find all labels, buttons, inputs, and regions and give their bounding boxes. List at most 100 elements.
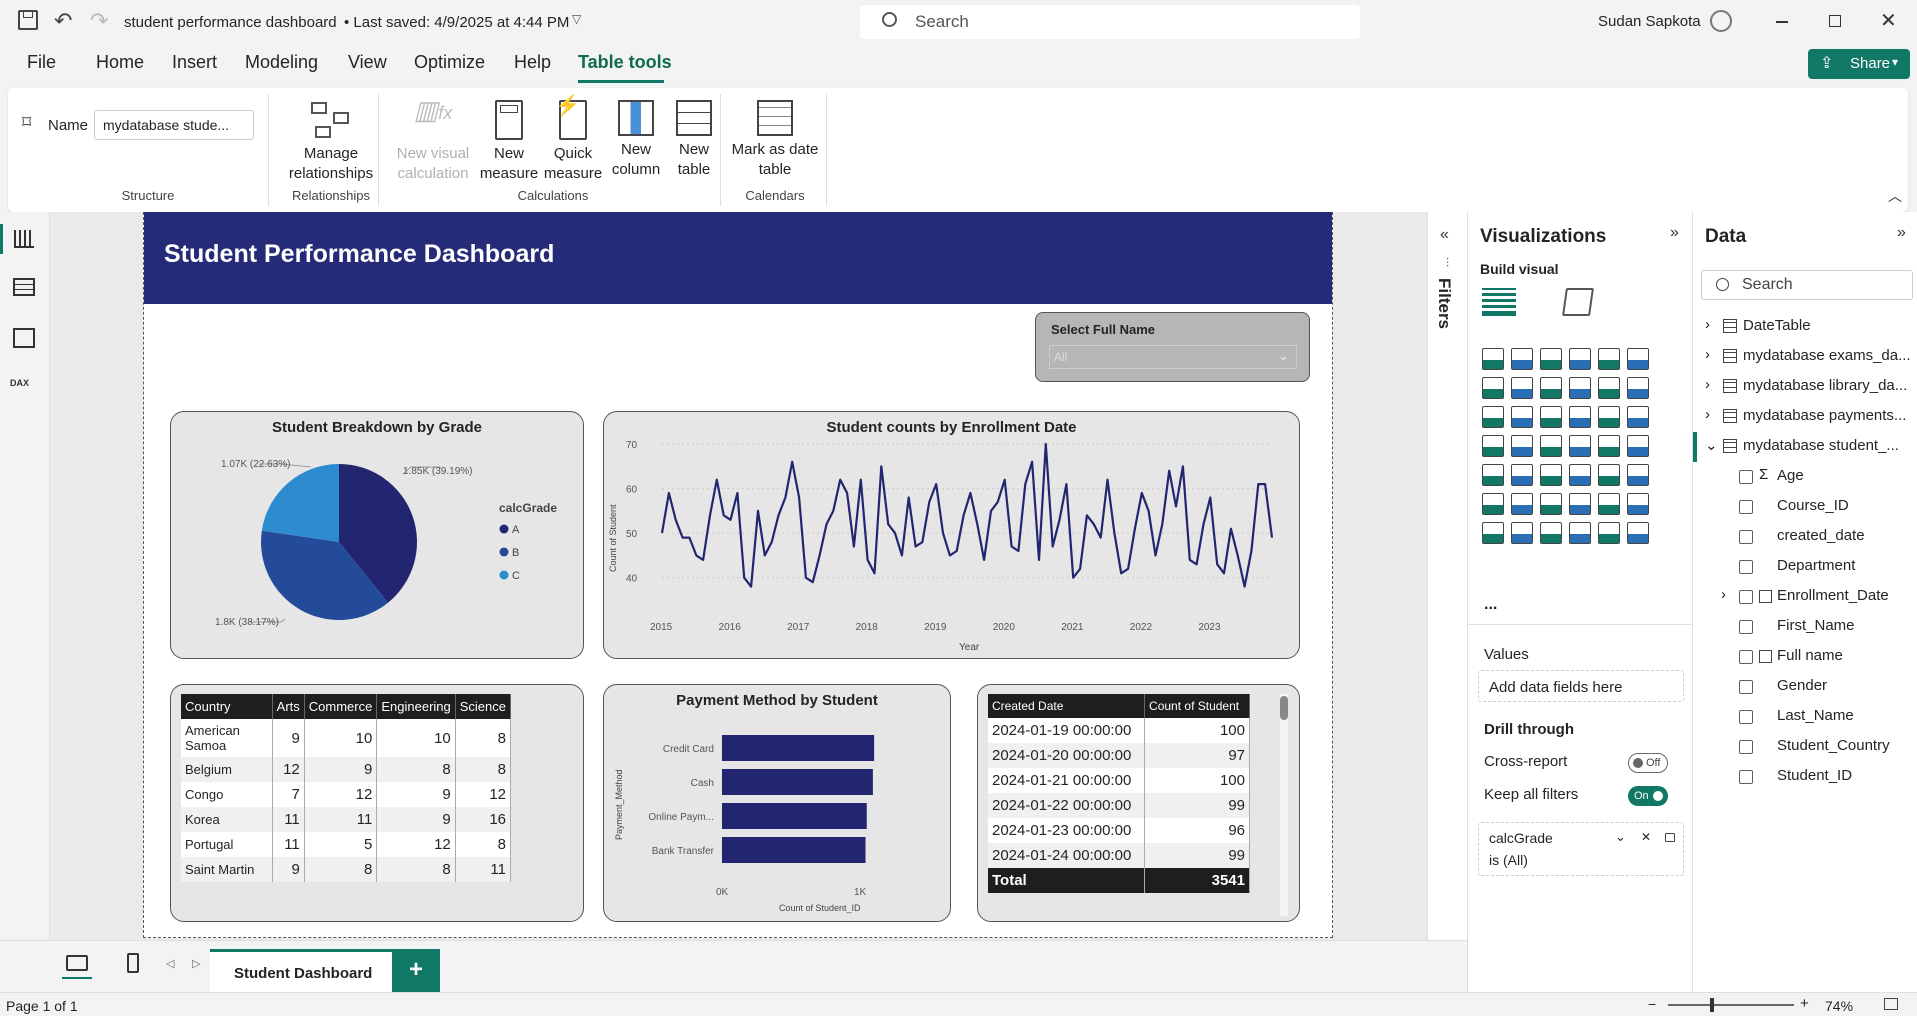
collapse-ribbon-icon[interactable]: ︿ xyxy=(1888,186,1902,206)
pie-visual-icon[interactable] xyxy=(1598,406,1620,428)
stacked-column-visual-icon[interactable] xyxy=(1511,348,1533,370)
treemap-visual-icon[interactable] xyxy=(1482,435,1504,457)
table-card[interactable]: Created Date Count of Student 2024-01-19… xyxy=(977,684,1300,922)
field-checkbox[interactable] xyxy=(1739,680,1753,694)
pie-chart-card[interactable]: Student Breakdown by Grade 1.85K (39.19%… xyxy=(170,411,584,659)
chevron-right-icon[interactable]: › xyxy=(1705,316,1710,333)
line-visual-icon[interactable] xyxy=(1482,377,1504,399)
table-row[interactable]: 2024-01-19 00:00:00 100 xyxy=(988,718,1250,743)
mark-as-date-table-button[interactable]: Mark as date table xyxy=(726,100,824,180)
table-row[interactable]: 2024-01-20 00:00:00 97 xyxy=(988,743,1250,768)
paginated-visual-icon[interactable] xyxy=(1482,522,1504,544)
format-visual-icon[interactable] xyxy=(1562,288,1594,316)
power-apps-visual-icon[interactable] xyxy=(1511,522,1533,544)
search-box[interactable]: Search xyxy=(860,5,1360,39)
ribbon-visual-icon[interactable] xyxy=(1482,406,1504,428)
data-field-item[interactable]: First_Name xyxy=(1693,612,1917,642)
100-bar-visual-icon[interactable] xyxy=(1598,348,1620,370)
menu-view[interactable]: View xyxy=(348,52,387,73)
table-row[interactable]: Belgium 12 9 8 8 xyxy=(181,757,512,782)
table-row[interactable]: Korea 11 11 9 16 xyxy=(181,807,512,832)
python-visual-icon[interactable] xyxy=(1482,493,1504,515)
mobile-layout-icon[interactable] xyxy=(127,953,139,973)
collapse-data-icon[interactable]: » xyxy=(1897,224,1906,242)
field-checkbox[interactable] xyxy=(1739,530,1753,544)
full-name-slicer[interactable]: Select Full Name All ⌄ xyxy=(1035,312,1310,382)
chevron-right-icon[interactable]: › xyxy=(1705,376,1710,393)
table-row[interactable]: American Samoa 9 10 10 8 xyxy=(181,719,512,757)
minimize-icon[interactable] xyxy=(1776,21,1788,23)
menu-help[interactable]: Help xyxy=(514,52,551,73)
arcgis-visual-icon[interactable] xyxy=(1569,522,1591,544)
table-row[interactable]: Saint Martin 9 8 8 11 xyxy=(181,857,512,882)
data-table-item[interactable]: › DateTable xyxy=(1693,312,1917,342)
data-field-item[interactable]: Course_ID xyxy=(1693,492,1917,522)
data-table-item[interactable]: ⌄ mydatabase student_... xyxy=(1693,432,1917,462)
cross-report-toggle[interactable]: Off xyxy=(1628,753,1668,773)
manage-relationships-button[interactable]: Manage relationships xyxy=(276,100,386,184)
avatar[interactable] xyxy=(1710,10,1732,32)
name-input[interactable]: mydatabase stude... xyxy=(94,110,254,140)
build-visual-icon[interactable] xyxy=(1482,288,1516,316)
smart-narrative-visual-icon[interactable] xyxy=(1598,493,1620,515)
table-scrollbar[interactable] xyxy=(1280,694,1288,916)
menu-modeling[interactable]: Modeling xyxy=(245,52,318,73)
stacked-area-visual-icon[interactable] xyxy=(1540,377,1562,399)
filter-card[interactable]: calcGrade is (All) ⌄ ✕ xyxy=(1478,822,1684,876)
share-button[interactable]: ⇪ Share ▾ xyxy=(1808,49,1910,79)
prev-page-icon[interactable]: ◁ xyxy=(166,957,174,970)
matrix-header-engineering[interactable]: Engineering xyxy=(376,694,456,719)
line-clustered-column-visual-icon[interactable] xyxy=(1627,377,1649,399)
data-field-item[interactable]: Student_ID xyxy=(1693,762,1917,792)
table-view-icon[interactable] xyxy=(13,278,35,296)
field-checkbox[interactable] xyxy=(1739,560,1753,574)
field-checkbox[interactable] xyxy=(1739,770,1753,784)
clustered-column-visual-icon[interactable] xyxy=(1569,348,1591,370)
data-table-item[interactable]: › mydatabase library_da... xyxy=(1693,372,1917,402)
area-visual-icon[interactable] xyxy=(1511,377,1533,399)
filled-map-visual-icon[interactable] xyxy=(1540,435,1562,457)
qa-visual-icon[interactable] xyxy=(1569,493,1591,515)
line-chart-card[interactable]: Student counts by Enrollment Date Count … xyxy=(603,411,1300,659)
new-column-button[interactable]: New column xyxy=(606,100,666,180)
card-visual-icon[interactable] xyxy=(1627,435,1649,457)
waterfall-visual-icon[interactable] xyxy=(1511,406,1533,428)
menu-table-tools[interactable]: Table tools xyxy=(578,52,672,73)
multi-row-card-visual-icon[interactable] xyxy=(1482,464,1504,486)
desktop-layout-icon[interactable] xyxy=(66,955,88,971)
bar-online-paym-[interactable] xyxy=(722,803,867,829)
data-field-item[interactable]: Last_Name xyxy=(1693,702,1917,732)
decomposition-tree-visual-icon[interactable] xyxy=(1540,493,1562,515)
matrix-header-commerce[interactable]: Commerce xyxy=(304,694,378,719)
page-tab-student-dashboard[interactable]: Student Dashboard xyxy=(210,949,392,993)
bar-chart-card[interactable]: Payment Method by Student Credit Card Cas… xyxy=(603,684,951,922)
data-field-item[interactable]: Σ Age xyxy=(1693,462,1917,492)
menu-home[interactable]: Home xyxy=(96,52,144,73)
chevron-right-icon[interactable]: › xyxy=(1721,586,1726,603)
model-view-icon[interactable] xyxy=(13,328,35,348)
donut-visual-icon[interactable] xyxy=(1627,406,1649,428)
table-row[interactable]: 2024-01-21 00:00:00 100 xyxy=(988,768,1250,793)
dax-query-icon[interactable]: DAX xyxy=(10,378,29,388)
slicer-visual-icon[interactable] xyxy=(1540,464,1562,486)
field-checkbox[interactable] xyxy=(1739,590,1753,604)
power-automate-visual-icon[interactable] xyxy=(1540,522,1562,544)
menu-file[interactable]: File xyxy=(27,52,56,73)
field-checkbox[interactable] xyxy=(1739,620,1753,634)
data-field-item[interactable]: created_date xyxy=(1693,522,1917,552)
bar-credit-card[interactable] xyxy=(722,735,875,761)
report-view-icon[interactable] xyxy=(14,230,34,248)
save-icon[interactable] xyxy=(18,10,38,30)
table-visual-icon[interactable] xyxy=(1569,464,1591,486)
clustered-bar-visual-icon[interactable] xyxy=(1540,348,1562,370)
table-row[interactable]: Portugal 11 5 12 8 xyxy=(181,832,512,857)
map-visual-icon[interactable] xyxy=(1511,435,1533,457)
table-header-created-date[interactable]: Created Date xyxy=(988,694,1146,718)
table-row[interactable]: 2024-01-23 00:00:00 96 xyxy=(988,818,1250,843)
add-page-button[interactable]: + xyxy=(392,949,440,993)
data-field-item[interactable]: Full name xyxy=(1693,642,1917,672)
menu-insert[interactable]: Insert xyxy=(172,52,217,73)
quick-measure-button[interactable]: ⚡ Quick measure xyxy=(542,96,604,184)
clear-filter-icon[interactable]: ✕ xyxy=(1641,830,1651,844)
scatter-visual-icon[interactable] xyxy=(1569,406,1591,428)
